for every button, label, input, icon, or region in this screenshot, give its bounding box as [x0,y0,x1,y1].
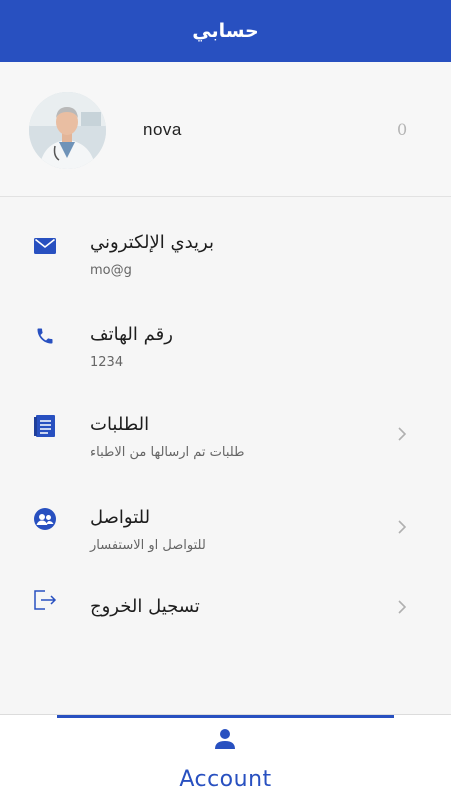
email-value: mo@g [90,263,132,278]
email-title: بريدي الإلكتروني [90,232,214,253]
profile-name: nova [143,120,182,139]
profile-card[interactable]: nova 0 [0,62,451,197]
phone-icon [33,324,57,348]
app-bar: حسابي [0,0,451,62]
chevron-right-icon [397,599,411,614]
menu-item-email[interactable]: بريدي الإلكتروني mo@g [0,228,451,308]
contacts-icon [33,507,57,531]
doctor-avatar-icon [29,92,106,169]
contact-title: للتواصل [90,507,151,528]
logout-title: تسجيل الخروج [90,596,200,617]
menu-item-contact[interactable]: للتواصل للتواصل او الاستفسار [0,501,451,581]
bottom-navigation: Account [0,714,451,800]
mail-icon [33,234,57,258]
avatar[interactable] [29,92,106,169]
menu-item-requests[interactable]: الطلبات طلبات تم ارسالها من الاطباء [0,408,451,488]
contact-subtitle: للتواصل او الاستفسار [90,538,206,553]
phone-title: رقم الهاتف [90,324,173,345]
menu-item-logout[interactable]: تسجيل الخروج [0,588,451,668]
phone-value: 1234 [90,355,124,370]
page-title: حسابي [192,20,259,42]
tab-account-label: Account [179,767,272,792]
logout-icon [33,588,57,612]
requests-title: الطلبات [90,414,150,435]
book-icon [33,414,57,438]
chevron-right-icon [397,519,411,534]
chevron-right-icon [397,426,411,441]
requests-subtitle: طلبات تم ارسالها من الاطباء [90,445,245,460]
menu-item-phone[interactable]: رقم الهاتف 1234 [0,318,451,398]
person-icon [213,727,237,751]
profile-count: 0 [397,120,408,139]
